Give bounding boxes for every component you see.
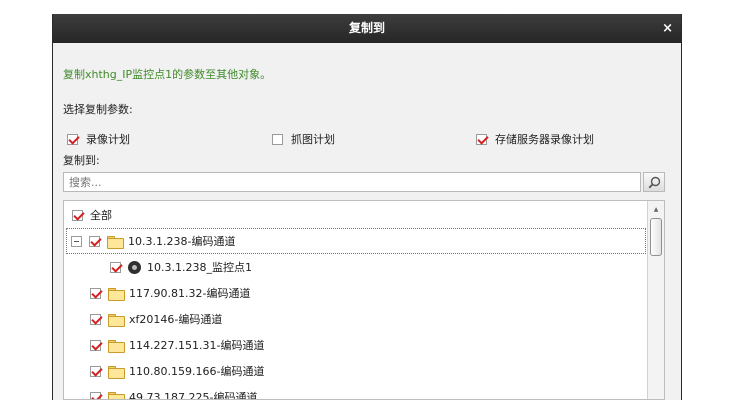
search-icon	[648, 176, 660, 188]
node-label: 114.227.151.31-编码通道	[129, 339, 265, 352]
storage-record-schedule-checkbox[interactable]	[476, 133, 487, 145]
capture-schedule-checkbox[interactable]	[272, 133, 283, 145]
node-label: 10.3.1.238-编码通道	[128, 235, 236, 248]
copy-to-label: 复制到:	[63, 154, 100, 167]
record-schedule-checkbox[interactable]	[67, 133, 78, 145]
close-icon[interactable]: ×	[662, 14, 673, 43]
node-label: xf20146-编码通道	[129, 313, 223, 326]
tree-row[interactable]: xf20146-编码通道	[64, 306, 222, 332]
camera-icon	[128, 260, 141, 274]
tree-row[interactable]: 49.73.187.225-编码通道	[64, 384, 258, 400]
select-all-checkbox[interactable]	[72, 209, 83, 221]
dialog-description: 复制xhthg_IP监控点1的参数至其他对象。	[63, 68, 272, 81]
folder-icon	[108, 287, 125, 301]
node-checkbox[interactable]	[110, 261, 121, 273]
search-button[interactable]	[643, 172, 665, 192]
collapse-icon[interactable]	[71, 235, 82, 247]
scroll-up-icon[interactable]: ▲	[648, 201, 664, 217]
tree-scrollbar[interactable]: ▲	[647, 201, 664, 399]
tree-select-all[interactable]: 全部	[64, 202, 112, 228]
tree-row[interactable]: 117.90.81.32-编码通道	[64, 280, 250, 306]
option-capture-schedule[interactable]: 抓图计划	[272, 131, 335, 147]
capture-schedule-label: 抓图计划	[291, 133, 335, 146]
dialog-titlebar[interactable]: 复制到 ×	[53, 14, 681, 43]
node-checkbox[interactable]	[90, 313, 101, 325]
params-label: 选择复制参数:	[63, 103, 133, 116]
node-label: 110.80.159.166-编码通道	[129, 365, 265, 378]
storage-record-schedule-label: 存储服务器录像计划	[495, 133, 594, 146]
target-tree: 全部 10.3.1.238-编码通道 10.3.1.238_监控点1 117.9…	[63, 200, 665, 400]
folder-icon	[107, 235, 124, 249]
select-all-label: 全部	[90, 209, 112, 222]
folder-icon	[108, 339, 125, 353]
node-label: 10.3.1.238_监控点1	[147, 261, 252, 274]
tree-row[interactable]: 114.227.151.31-编码通道	[64, 332, 264, 358]
record-schedule-label: 录像计划	[86, 133, 130, 146]
node-label: 117.90.81.32-编码通道	[129, 287, 251, 300]
node-checkbox[interactable]	[90, 287, 101, 299]
folder-icon	[108, 365, 125, 379]
folder-icon	[108, 313, 125, 327]
tree-row[interactable]: 10.3.1.238_监控点1	[64, 254, 252, 280]
tree-row[interactable]: 10.3.1.238-编码通道	[66, 228, 646, 254]
dialog-title: 复制到	[348, 21, 385, 35]
copy-to-dialog: 复制到 × 复制xhthg_IP监控点1的参数至其他对象。 选择复制参数: 录像…	[52, 14, 682, 400]
tree-row[interactable]: 110.80.159.166-编码通道	[64, 358, 264, 384]
scrollbar-thumb[interactable]	[650, 218, 662, 256]
node-checkbox[interactable]	[89, 235, 100, 247]
node-checkbox[interactable]	[90, 365, 101, 377]
option-record-schedule[interactable]: 录像计划	[67, 131, 130, 147]
node-label: 49.73.187.225-编码通道	[129, 391, 258, 400]
folder-icon	[108, 391, 125, 399]
node-checkbox[interactable]	[90, 339, 101, 351]
node-checkbox[interactable]	[90, 391, 101, 399]
option-storage-record-schedule[interactable]: 存储服务器录像计划	[476, 131, 594, 147]
search-input[interactable]	[63, 172, 641, 192]
